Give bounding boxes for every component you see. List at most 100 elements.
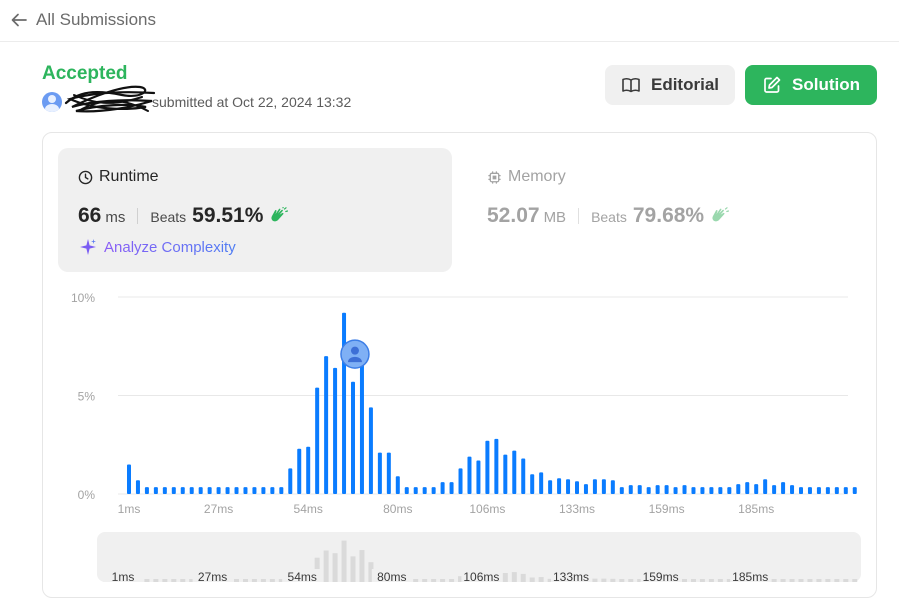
chart-bar[interactable] <box>700 487 705 494</box>
chart-bar[interactable] <box>763 479 768 494</box>
chart-bar[interactable] <box>198 487 203 494</box>
chart-bar[interactable] <box>458 468 463 494</box>
chart-bar[interactable] <box>646 487 651 494</box>
chart-bar[interactable] <box>368 407 373 494</box>
chart-bar[interactable] <box>583 484 588 494</box>
chart-bar[interactable] <box>395 476 400 494</box>
chart-bar[interactable] <box>664 485 669 494</box>
solution-button-label: Solution <box>792 75 860 94</box>
chart-bar[interactable] <box>548 480 553 494</box>
chart-bar[interactable] <box>816 487 821 494</box>
x-tick-label: 27ms <box>204 502 233 516</box>
chart-bar[interactable] <box>781 482 786 494</box>
chart-bar[interactable] <box>691 487 696 494</box>
current-submission-marker[interactable] <box>340 339 370 369</box>
chart-bar[interactable] <box>342 312 347 494</box>
chart-bar[interactable] <box>315 387 320 494</box>
chart-bar[interactable] <box>279 487 284 494</box>
chart-bar[interactable] <box>601 479 606 494</box>
chart-bar[interactable] <box>359 354 364 494</box>
chart-bar[interactable] <box>351 381 355 494</box>
chart-bar[interactable] <box>637 485 642 494</box>
chart-bar[interactable] <box>655 485 660 494</box>
chart-bar[interactable] <box>736 484 741 494</box>
chart-bar[interactable] <box>324 356 329 494</box>
chart-bar[interactable] <box>852 487 857 494</box>
chart-bar[interactable] <box>144 487 149 494</box>
chart-bar[interactable] <box>440 482 445 494</box>
chart-bar[interactable] <box>610 480 615 494</box>
chart-bar[interactable] <box>628 485 633 494</box>
chart-bar[interactable] <box>494 438 499 494</box>
chart-bar[interactable] <box>261 487 266 494</box>
memory-label: Memory <box>508 168 566 185</box>
chart-bar[interactable] <box>306 446 311 494</box>
chart-bar[interactable] <box>825 487 830 494</box>
navigator-bar <box>843 579 849 582</box>
chart-bar[interactable] <box>377 452 382 494</box>
chart-bar[interactable] <box>503 454 508 494</box>
runtime-value: 66 <box>78 204 102 227</box>
range-navigator-chart[interactable]: 1ms 27ms 54ms 80ms 106ms 133ms 159ms 185ms <box>97 532 861 582</box>
chart-bar[interactable] <box>476 460 481 494</box>
chart-bar[interactable] <box>207 487 212 494</box>
back-to-submissions-link[interactable]: All Submissions <box>10 10 156 30</box>
memory-value: 52.07 <box>487 204 540 227</box>
chart-bar[interactable] <box>467 456 472 494</box>
chart-bar[interactable] <box>512 450 517 494</box>
chart-bar[interactable] <box>431 487 436 494</box>
chart-bar[interactable] <box>745 482 750 494</box>
chart-bar[interactable] <box>592 479 597 494</box>
chart-bar[interactable] <box>754 484 759 494</box>
chart-bar[interactable] <box>422 487 427 494</box>
chart-bar[interactable] <box>243 487 248 494</box>
chart-bar[interactable] <box>834 487 839 494</box>
editorial-button[interactable]: Editorial <box>605 65 735 105</box>
chart-bar[interactable] <box>297 448 302 494</box>
chart-bar[interactable] <box>718 487 723 494</box>
chart-bar[interactable] <box>153 487 158 494</box>
chart-bar[interactable] <box>790 485 795 494</box>
navigator-bar <box>449 579 455 582</box>
chart-bar[interactable] <box>449 482 454 494</box>
chart-bar[interactable] <box>709 487 714 494</box>
chart-bar[interactable] <box>566 479 571 494</box>
chart-bar[interactable] <box>180 487 185 494</box>
chart-bar[interactable] <box>799 487 803 494</box>
chart-bar[interactable] <box>216 487 221 494</box>
chart-bar[interactable] <box>682 485 687 494</box>
chart-bar[interactable] <box>673 487 678 494</box>
chart-bar[interactable] <box>539 472 544 494</box>
runtime-distribution-chart[interactable]: 0% 5% 10% 1ms 27ms 54ms 80ms 106ms 133ms 159ms 185… <box>60 282 860 522</box>
avatar[interactable] <box>42 92 62 112</box>
chart-bar[interactable] <box>521 458 526 494</box>
chart-bar[interactable] <box>557 478 562 494</box>
chart-bar[interactable] <box>288 468 293 494</box>
chart-bar[interactable] <box>189 487 194 494</box>
chart-bar[interactable] <box>727 487 732 494</box>
chart-bar[interactable] <box>127 464 131 494</box>
chart-bar[interactable] <box>386 452 391 494</box>
chart-bar[interactable] <box>234 487 239 494</box>
solution-button[interactable]: Solution <box>745 65 877 105</box>
chip-icon <box>488 170 501 184</box>
chart-bar[interactable] <box>485 440 490 494</box>
chart-bar[interactable] <box>772 485 777 494</box>
chart-bar[interactable] <box>333 367 338 494</box>
navigator-bar <box>162 579 168 582</box>
chart-bar[interactable] <box>843 487 848 494</box>
chart-bar[interactable] <box>530 474 535 494</box>
chart-bar[interactable] <box>807 487 812 494</box>
chart-bar[interactable] <box>225 487 230 494</box>
analyze-complexity-link[interactable]: Analyze Complexity <box>79 238 236 256</box>
chart-bar[interactable] <box>171 487 176 494</box>
chart-bar[interactable] <box>162 487 167 494</box>
chart-bar[interactable] <box>135 480 140 494</box>
x-tick-label: 1ms <box>118 502 141 516</box>
chart-bar[interactable] <box>252 487 257 494</box>
chart-bar[interactable] <box>270 487 275 494</box>
chart-bar[interactable] <box>619 487 624 494</box>
chart-bar[interactable] <box>404 487 409 494</box>
chart-bar[interactable] <box>413 487 418 494</box>
chart-bar[interactable] <box>575 481 579 494</box>
